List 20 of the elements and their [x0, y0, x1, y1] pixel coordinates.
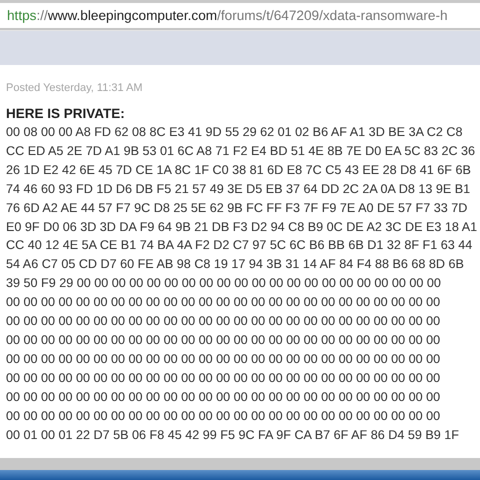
hex-line: E0 9F D0 06 3D 3D DA F9 64 9B 21 DB F3 D2 94 C8 B9 0C DE A2 3C DE E3 18 A1	[6, 218, 478, 236]
hex-line: CC ED A5 2E 7D A1 9B 53 01 6C A8 71 F2 E4 BD 51 4E 8B 7E D0 EA 5C 83 2C 36	[6, 142, 476, 160]
hex-line: 54 A6 C7 05 CD D7 60 FE AB 98 C8 19 17 94 3B 31 14 AF 84 F4 88 B6 68 8D 6B	[6, 256, 465, 274]
hex-line: 00 00 00 00 00 00 00 00 00 00 00 00 00 00 00 00 00 00 00 00 00 00 00 00 00	[6, 332, 442, 349]
post-heading: HERE IS PRIVATE:	[6, 105, 126, 123]
hex-line: CC 40 12 4E 5A CE B1 74 BA 4A F2 D2 C7 97 5C 6C B6 BB 6B D1 32 8F F1 63 44	[6, 237, 474, 254]
hex-line: 26 1D E2 42 6E 45 7D CE 1A 8C 1F C0 38 81 6D E8 7C C5 43 EE 28 D8 41 6F 6B	[6, 162, 472, 179]
hex-line: 00 08 00 00 A8 FD 62 08 8C E3 41 9D 55 29 62 01 02 B6 AF A1 3D BE 3A C2 C8	[6, 124, 464, 141]
address-field[interactable]: https://www.bleepingcomputer.com/forums/t/647209/xdata-ransomware-h	[0, 8, 448, 23]
hex-line: 00 00 00 00 00 00 00 00 00 00 00 00 00 00 00 00 00 00 00 00 00 00 00 00 00	[6, 370, 442, 387]
hex-line: 00 01 00 01 22 D7 5B 06 F8 45 42 99 F5 9C FA 9F CA B7 6F AF 86 D4 59 B9 1F	[6, 426, 460, 444]
hex-line: 00 00 00 00 00 00 00 00 00 00 00 00 00 00 00 00 00 00 00 00 00 00 00 00 00	[6, 313, 442, 330]
hex-line: 74 46 60 93 FD 1D D6 DB F5 21 57 49 3E D5 EB 37 64 DD 2C 2A 0A D8 13 9E B1	[6, 180, 472, 198]
hex-line: 00 00 00 00 00 00 00 00 00 00 00 00 00 00 00 00 00 00 00 00 00 00 00 00 00	[6, 408, 442, 425]
post-date: Posted Yesterday, 11:31 AM	[6, 81, 144, 96]
hex-line: 00 00 00 00 00 00 00 00 00 00 00 00 00 00 00 00 00 00 00 00 00 00 00 00 00	[6, 294, 442, 312]
hex-line: 39 50 F9 29 00 00 00 00 00 00 00 00 00 00 00 00 00 00 00 00 00 00 00 00 00	[6, 275, 442, 292]
hex-line: 00 00 00 00 00 00 00 00 00 00 00 00 00 00 00 00 00 00 00 00 00 00 00 00 00	[6, 350, 442, 368]
hex-line: 76 6D A2 AE 44 57 F7 9C D8 25 5E 62 9B FC FF F3 7F F9 7E A0 DE 57 F7 33 7D	[6, 200, 468, 217]
hex-line: 00 00 00 00 00 00 00 00 00 00 00 00 00 00 00 00 00 00 00 00 00 00 00 00 00	[6, 388, 442, 406]
